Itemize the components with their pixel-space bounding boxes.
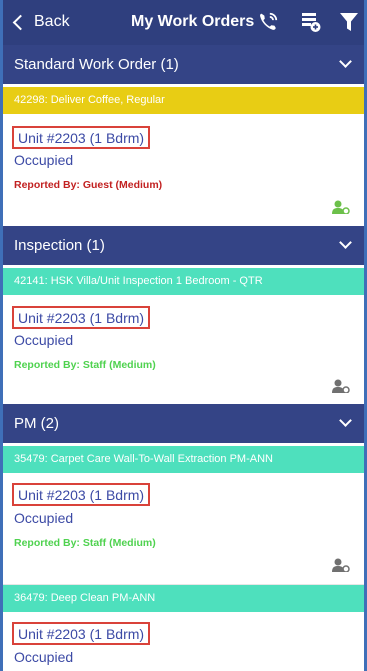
- section-header-standard-work-order[interactable]: Standard Work Order (1): [3, 45, 364, 84]
- work-order-title-strip[interactable]: 42141: HSK Villa/Unit Inspection 1 Bedro…: [3, 268, 364, 295]
- unit-label: Unit #2203 (1 Bdrm): [12, 306, 151, 329]
- reported-by: Reported By: Staff (Medium): [14, 537, 156, 549]
- add-list-icon[interactable]: [301, 11, 321, 33]
- work-order-title: 42298: Deliver Coffee, Regular: [14, 94, 165, 106]
- work-order-title-strip[interactable]: 36479: Deep Clean PM-ANN: [3, 585, 364, 612]
- section-label: PM (2): [14, 415, 59, 432]
- section-label: Inspection (1): [14, 237, 105, 254]
- section-header-inspection[interactable]: Inspection (1): [3, 226, 364, 265]
- app-screen: Back My Work Orders Standard Work Order …: [0, 0, 367, 671]
- assign-user-icon[interactable]: [332, 558, 350, 572]
- occupancy-status: Occupied: [14, 649, 74, 665]
- page-title: My Work Orders: [131, 13, 255, 30]
- back-label: Back: [34, 13, 70, 30]
- assign-user-icon[interactable]: [332, 379, 350, 393]
- reported-by: Reported By: Staff (Medium): [14, 359, 156, 371]
- work-order-title: 36479: Deep Clean PM-ANN: [14, 592, 156, 604]
- chevron-down-icon[interactable]: [339, 414, 352, 427]
- back-button[interactable]: Back: [11, 13, 70, 31]
- unit-label: Unit #2203 (1 Bdrm): [12, 483, 151, 506]
- chevron-left-icon: [12, 14, 29, 30]
- chevron-down-icon[interactable]: [339, 236, 352, 249]
- occupancy-status: Occupied: [14, 332, 74, 348]
- work-order-title: 35479: Carpet Care Wall-To-Wall Extracti…: [14, 453, 273, 465]
- phone-icon[interactable]: [257, 11, 279, 33]
- chevron-down-icon[interactable]: [339, 55, 352, 68]
- occupancy-status: Occupied: [14, 510, 74, 526]
- work-order-title-strip[interactable]: 42298: Deliver Coffee, Regular: [3, 87, 364, 114]
- work-order-title-strip[interactable]: 35479: Carpet Care Wall-To-Wall Extracti…: [3, 446, 364, 473]
- section-header-pm[interactable]: PM (2): [3, 404, 364, 443]
- filter-icon[interactable]: [339, 12, 359, 32]
- unit-label: Unit #2203 (1 Bdrm): [12, 126, 151, 149]
- work-order-title: 42141: HSK Villa/Unit Inspection 1 Bedro…: [14, 275, 263, 287]
- unit-label: Unit #2203 (1 Bdrm): [12, 622, 151, 645]
- reported-by: Reported By: Guest (Medium): [14, 179, 163, 191]
- occupancy-status: Occupied: [14, 152, 74, 168]
- assign-user-icon[interactable]: [332, 200, 350, 214]
- section-label: Standard Work Order (1): [14, 56, 179, 73]
- top-navigation-bar: Back My Work Orders: [3, 0, 364, 45]
